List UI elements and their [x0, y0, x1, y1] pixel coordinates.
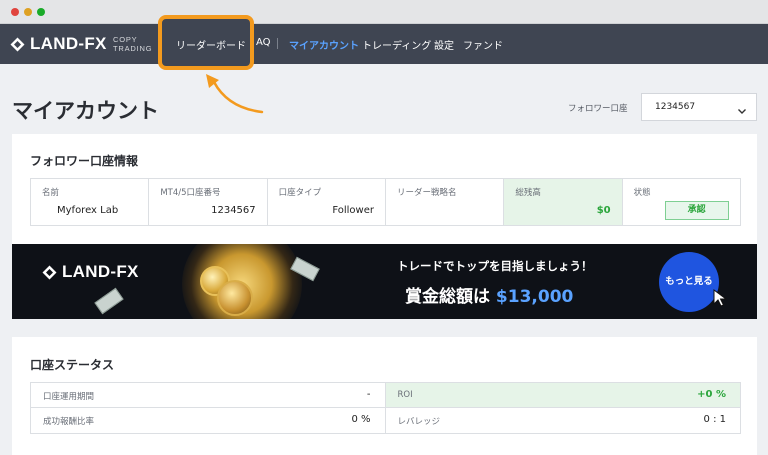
window-titlebar: [0, 0, 768, 24]
nav-leaderboard[interactable]: リーダーボード: [176, 37, 246, 52]
info-cell-account-type: 口座タイプ Follower: [268, 179, 386, 225]
copy-label-line2: TRADING: [113, 44, 153, 53]
copy-trading-label: COPY TRADING: [113, 35, 152, 53]
account-status-title: 口座ステータス: [30, 358, 115, 372]
info-cell-leader-strategy: リーダー戦略名: [386, 179, 505, 225]
account-status-card: 口座ステータス 口座運用期間 - ROI +0 % 成功報酬比率 0 % レバレ…: [12, 337, 757, 455]
banknote-icon: [94, 287, 124, 315]
follower-account-value: 1234567: [655, 102, 696, 112]
info-label: 総残高: [515, 188, 541, 198]
nav-trading[interactable]: トレーディング: [362, 37, 431, 52]
info-value: Myforex Lab: [57, 205, 119, 216]
chevron-down-icon: [737, 101, 747, 114]
status-label: レバレッジ: [397, 417, 441, 427]
status-cell: 成功報酬比率 0 %: [31, 408, 386, 433]
status-value: 0 : 1: [703, 414, 726, 425]
status-cell: レバレッジ 0 : 1: [386, 408, 741, 433]
info-cell-mt-number: MT4/5口座番号 1234567: [149, 179, 268, 225]
see-more-button[interactable]: もっと見る: [659, 252, 719, 312]
coin-icon: [217, 280, 253, 316]
banner-prize-prefix: 賞金総額は: [405, 287, 490, 307]
info-cell-status: 状態 承認: [623, 179, 740, 225]
info-label: 状態: [633, 188, 651, 198]
account-status-table: 口座運用期間 - ROI +0 % 成功報酬比率 0 % レバレッジ 0 : 1: [30, 382, 741, 434]
follower-account-label: フォロワー口座: [568, 104, 628, 114]
info-label: MT4/5口座番号: [160, 188, 221, 198]
follower-info-card: フォロワー口座情報 名前 Myforex Lab MT4/5口座番号 12345…: [12, 134, 757, 319]
nav-my-account[interactable]: マイアカウント: [289, 37, 359, 52]
table-row: 口座運用期間 - ROI +0 %: [31, 383, 740, 408]
maximize-window-icon[interactable]: [37, 8, 45, 16]
status-label: 成功報酬比率: [43, 417, 95, 427]
info-label: リーダー戦略名: [396, 188, 457, 198]
mouse-cursor-icon: [713, 289, 729, 307]
status-label: ROI: [397, 390, 413, 400]
follower-info-table: 名前 Myforex Lab MT4/5口座番号 1234567 口座タイプ F…: [30, 178, 741, 226]
info-label: 名前: [42, 188, 60, 198]
info-label: 口座タイプ: [278, 188, 322, 198]
top-navbar: LAND-FX COPY TRADING AQ マイアカウント トレーディング …: [0, 24, 768, 64]
main-content: マイアカウント フォロワー口座 1234567 フォロワー口座情報 名前 Myf…: [0, 64, 768, 455]
nav-divider: [277, 38, 278, 49]
follower-account-select[interactable]: 1234567: [641, 93, 757, 121]
status-cell: ROI +0 %: [385, 383, 740, 407]
minimize-window-icon[interactable]: [24, 8, 32, 16]
page-title: マイアカウント: [12, 99, 159, 123]
info-cell-name: 名前 Myforex Lab: [31, 179, 150, 225]
promo-banner[interactable]: LAND-FX トレードでトップを目指しましょう！ 賞金総額は $13,000 …: [12, 244, 757, 319]
landfx-logo[interactable]: LAND-FX: [10, 33, 107, 55]
info-value: Follower: [332, 205, 374, 216]
info-cell-total-balance: 総残高 $0: [504, 179, 623, 225]
status-cell: 口座運用期間 -: [31, 383, 386, 407]
status-value: -: [366, 389, 371, 400]
banner-headline: トレードでトップを目指しましょう！: [397, 259, 593, 273]
info-value: 1234567: [211, 205, 256, 216]
nav-faq[interactable]: AQ: [256, 37, 271, 48]
nav-fund[interactable]: ファンド: [463, 37, 503, 52]
nav-settings[interactable]: 設定: [434, 37, 454, 52]
logo-text: LAND-FX: [30, 34, 107, 53]
status-value: 0 %: [351, 414, 371, 425]
status-label: 口座運用期間: [43, 392, 95, 402]
status-value: +0 %: [697, 389, 726, 400]
banner-logo: LAND-FX: [42, 262, 139, 282]
landfx-diamond-icon: [42, 265, 57, 280]
landfx-diamond-icon: [10, 37, 25, 52]
banner-prize-amount: $13,000: [495, 287, 574, 307]
info-value: $0: [596, 205, 611, 216]
copy-label-line1: COPY: [113, 35, 138, 44]
banner-prize-text: 賞金総額は $13,000: [405, 282, 573, 307]
close-window-icon[interactable]: [11, 8, 19, 16]
status-badge: 承認: [664, 201, 729, 220]
table-row: 成功報酬比率 0 % レバレッジ 0 : 1: [31, 408, 740, 433]
banner-logo-text: LAND-FX: [62, 262, 139, 281]
follower-info-title: フォロワー口座情報: [30, 154, 139, 168]
